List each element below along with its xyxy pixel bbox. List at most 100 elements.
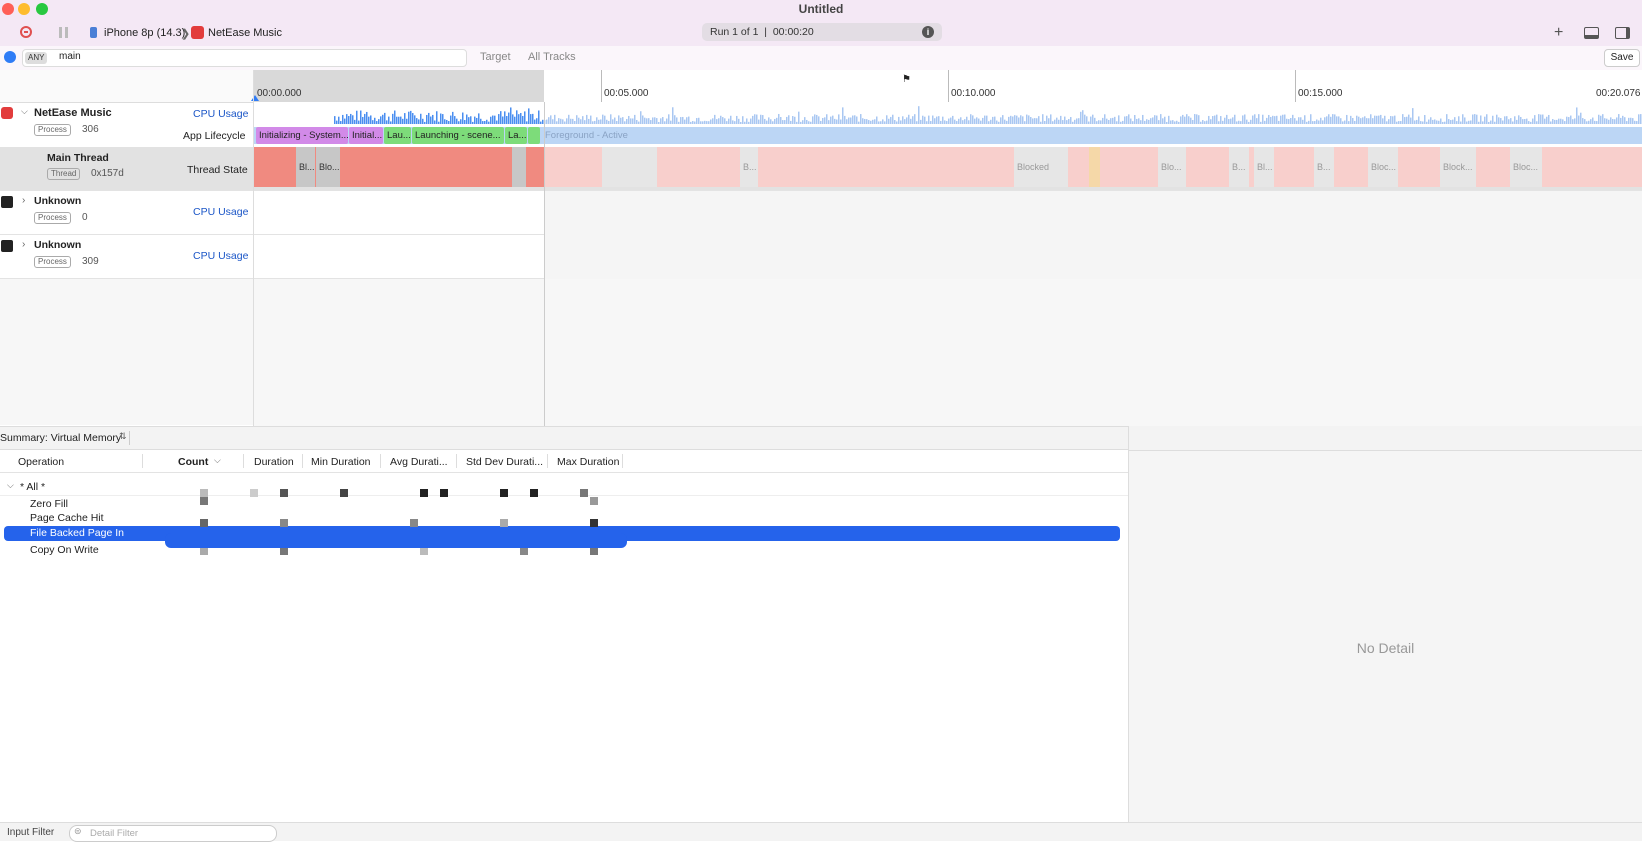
track-netease-music[interactable]: ⌵ NetEase Music Process 306 CPU Usage Ap… [0, 102, 253, 148]
cpu-usage-bar [718, 118, 720, 124]
cpu-usage-bar [1282, 114, 1284, 124]
blocked-segment-dim[interactable]: Blocked [1014, 147, 1068, 187]
updown-chevron-icon[interactable]: ⇅ [119, 431, 127, 442]
timeline-lanes[interactable]: Initializing - System... Initial... Lau.… [254, 102, 1642, 426]
cpu-usage-label[interactable]: CPU Usage [193, 108, 248, 120]
cpu-usage-bar [758, 119, 760, 124]
info-icon[interactable]: i [922, 26, 934, 38]
cpu-usage-bar [1542, 114, 1544, 124]
col-header-count[interactable]: Count [178, 456, 208, 468]
blocked-segment-dim[interactable] [602, 147, 657, 187]
lifecycle-segment[interactable]: Foreground - Active [542, 127, 662, 144]
chevron-down-icon[interactable]: ⌵ [21, 106, 28, 117]
process-badge[interactable]: Process [34, 124, 71, 136]
right-panel-toggle-icon[interactable] [1615, 27, 1630, 39]
flag-icon[interactable]: ⚑ [902, 74, 911, 85]
cpu-usage-bar [1634, 120, 1636, 124]
summary-selector[interactable]: Summary: Virtual Memory [0, 432, 121, 444]
cpu-usage-bar [1004, 119, 1006, 124]
col-header-std-dev-duration[interactable]: Std Dev Durati... [466, 456, 543, 468]
blocked-segment-dim[interactable]: Bloc... [1510, 147, 1542, 187]
blocked-segment[interactable]: Bl... [296, 147, 315, 187]
cpu-usage-bar [1232, 117, 1234, 124]
cpu-usage-bar [1120, 121, 1122, 124]
cpu-usage-bar [858, 121, 860, 124]
cpu-usage-bar [1424, 115, 1426, 124]
target-filter-button[interactable]: Target [480, 51, 511, 63]
cpu-usage-bar [666, 118, 668, 124]
chevron-right-icon[interactable]: › [22, 239, 25, 250]
cpu-usage-bar [676, 117, 678, 124]
input-filter-label[interactable]: Input Filter [7, 827, 54, 838]
filter-icon[interactable] [4, 51, 16, 63]
col-header-duration[interactable]: Duration [254, 456, 294, 468]
cpu-usage-bar [1466, 121, 1468, 124]
blocked-segment-dim[interactable]: Blo... [1158, 147, 1186, 187]
cpu-usage-bar [436, 111, 438, 124]
cpu-usage-bar [1580, 112, 1582, 124]
cpu-usage-bar [1024, 121, 1026, 124]
track-unknown-0[interactable]: › Unknown Process 0 CPU Usage [0, 190, 253, 235]
lifecycle-segment[interactable]: Launching - scene... [412, 127, 504, 144]
record-stop-icon[interactable] [20, 26, 32, 38]
cpu-usage-label[interactable]: CPU Usage [193, 250, 248, 262]
blocked-segment-dim[interactable]: Bloc... [1368, 147, 1398, 187]
lifecycle-segment[interactable]: Initializing - System... [256, 127, 348, 144]
cpu-usage-bar [1534, 115, 1536, 124]
chevron-right-icon[interactable]: › [22, 195, 25, 206]
blocked-segment[interactable] [512, 147, 526, 187]
thread-badge[interactable]: Thread [47, 168, 81, 180]
blocked-segment-dim[interactable]: B... [740, 147, 758, 187]
cpu-usage-bar [1294, 118, 1296, 124]
all-tracks-button[interactable]: All Tracks [528, 51, 576, 63]
cpu-usage-bar [702, 121, 704, 124]
detail-filter-field[interactable]: ⊜ Detail Filter [69, 825, 277, 842]
add-icon[interactable]: + [1554, 24, 1563, 42]
cpu-usage-bar [936, 116, 938, 124]
blocked-segment-dim[interactable]: B... [1229, 147, 1249, 187]
cpu-usage-bar [906, 117, 908, 124]
process-badge[interactable]: Process [34, 212, 71, 224]
col-header-max-duration[interactable]: Max Duration [557, 456, 619, 468]
blocked-segment-dim[interactable]: B... [1314, 147, 1334, 187]
pause-icon[interactable] [59, 27, 69, 38]
cpu-usage-bar [572, 118, 574, 124]
cpu-usage-bar [346, 114, 348, 124]
lifecycle-segment[interactable]: Initial... [349, 127, 383, 144]
blocked-segment-dim[interactable]: Block... [1440, 147, 1476, 187]
cpu-usage-label[interactable]: CPU Usage [193, 206, 248, 218]
cpu-usage-bar [1364, 116, 1366, 124]
preempted-segment[interactable] [1089, 147, 1100, 187]
col-header-operation[interactable]: Operation [18, 456, 64, 468]
col-header-avg-duration[interactable]: Avg Durati... [390, 456, 448, 468]
lifecycle-segment-small[interactable] [528, 127, 540, 144]
bottom-panel-toggle-icon[interactable] [1584, 27, 1599, 39]
cpu-usage-bar [716, 119, 718, 124]
blocked-segment[interactable]: Blo... [316, 147, 340, 187]
lifecycle-segment[interactable]: Lau... [384, 127, 411, 144]
col-header-min-duration[interactable]: Min Duration [311, 456, 371, 468]
cpu-usage-bar [526, 121, 528, 124]
cpu-usage-bar [856, 116, 858, 124]
track-filter-field[interactable]: ANY main [22, 49, 467, 67]
process-badge[interactable]: Process [34, 256, 71, 268]
timeline-ruler[interactable]: 00:00.000 00:05.000 00:10.000 00:15.000 … [251, 70, 1642, 103]
blocked-segment-dim[interactable]: Bl... [1254, 147, 1274, 187]
cpu-usage-bar [948, 118, 950, 124]
filter-scope-dropdown[interactable]: ANY [25, 52, 48, 64]
cpu-usage-bar [614, 117, 616, 124]
lifecycle-segment[interactable]: La... [505, 127, 527, 144]
track-main-thread[interactable]: Main Thread Thread 0x157d Thread State [0, 147, 253, 191]
chevron-down-icon[interactable]: ⌵ [7, 480, 14, 491]
sort-descending-icon[interactable]: ⌵ [214, 455, 221, 466]
cpu-usage-bar [1272, 115, 1274, 124]
cpu-usage-bar [622, 117, 624, 124]
track-unknown-309[interactable]: › Unknown Process 309 CPU Usage [0, 234, 253, 279]
device-selector[interactable]: iPhone 8p (14.3) [104, 27, 185, 39]
cpu-usage-bar [366, 111, 368, 124]
cpu-usage-bar [448, 121, 450, 124]
save-button[interactable]: Save [1604, 49, 1640, 67]
netease-app-icon [1, 107, 13, 119]
cpu-usage-bar [438, 121, 440, 124]
target-app-selector[interactable]: NetEase Music [208, 27, 282, 39]
